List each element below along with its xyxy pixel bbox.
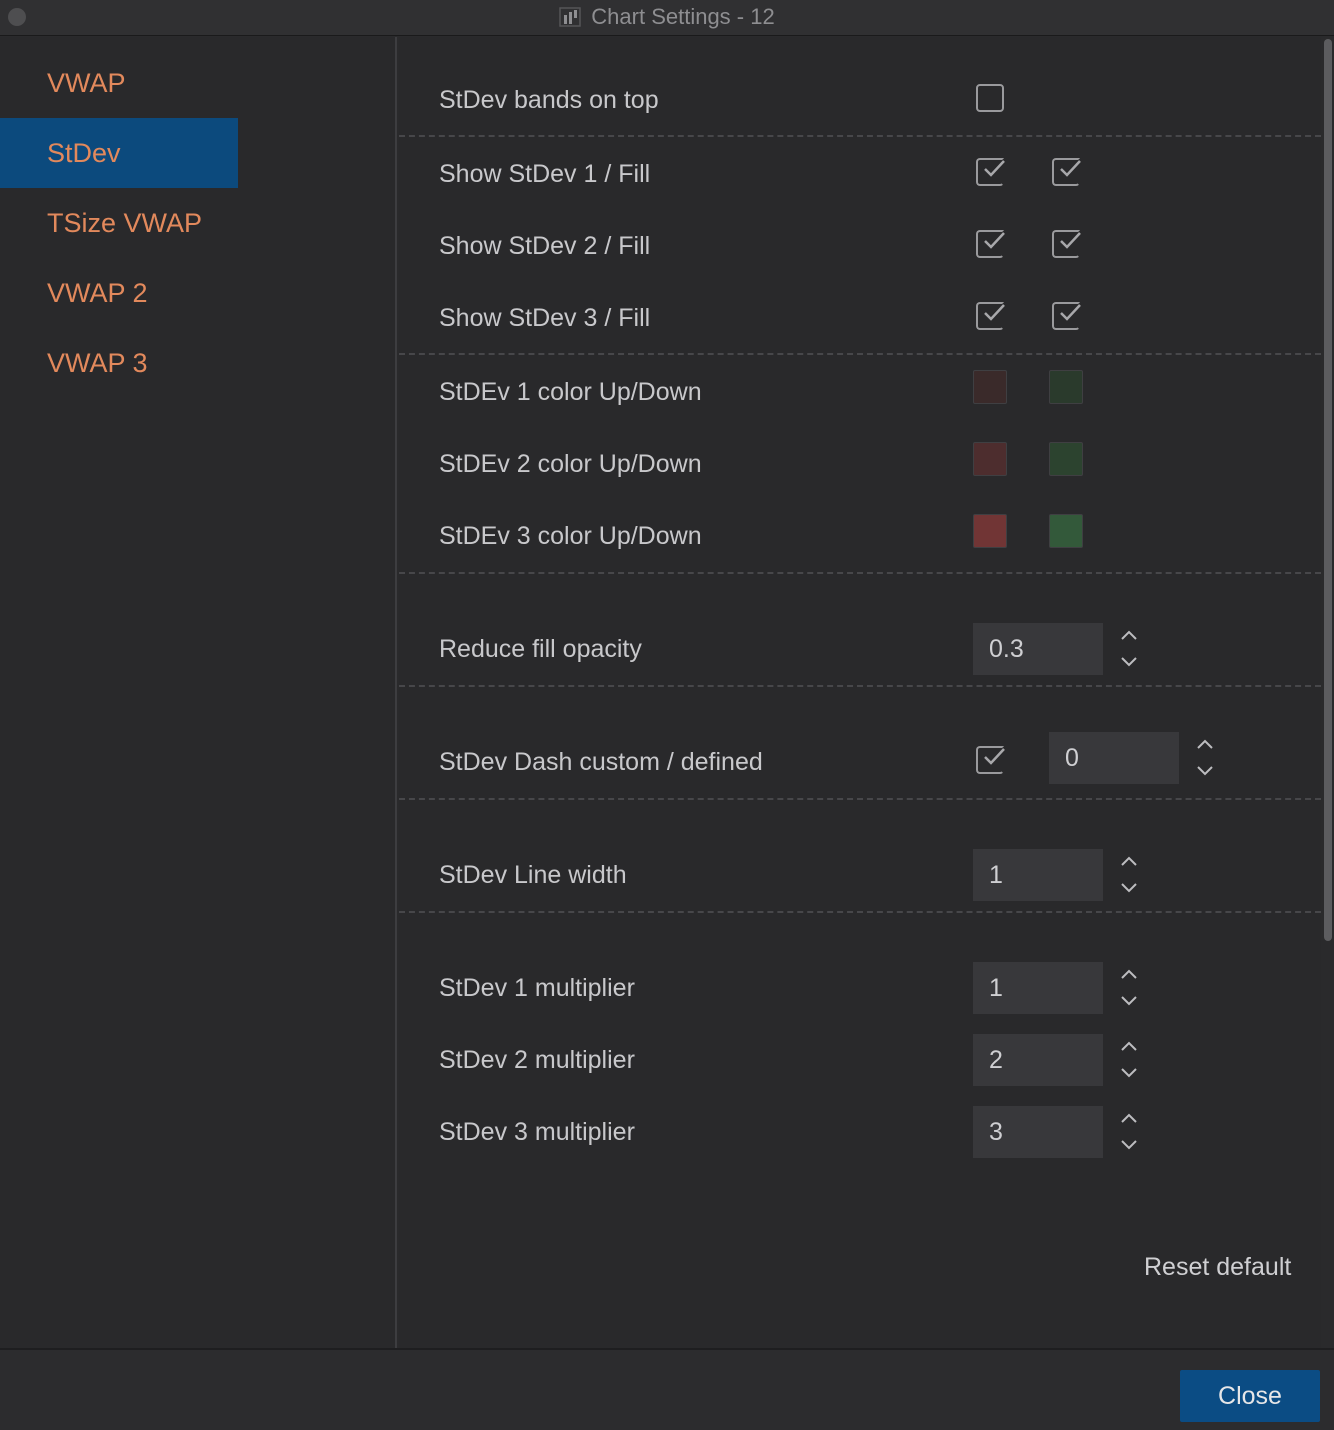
show-stdev-1-label: Show StDev 1 / Fill [439,160,651,188]
reduce-fill-opacity-label: Reduce fill opacity [439,635,642,663]
sidebar: VWAP StDev TSize VWAP VWAP 2 VWAP 3 [0,37,397,1348]
stdev-1-up-color-swatch[interactable] [973,370,1007,404]
chevron-down-icon[interactable] [1121,996,1137,1006]
stdev-2-multiplier-input[interactable]: 2 [973,1034,1103,1086]
window-title: Chart Settings - 12 [591,4,775,29]
chevron-up-icon[interactable] [1197,739,1213,749]
chevron-down-icon[interactable] [1121,657,1137,667]
divider [399,911,1321,913]
checkmark-icon [984,748,1005,765]
bands-on-top-label: StDev bands on top [439,86,659,114]
chevron-up-icon[interactable] [1121,969,1137,979]
stdev-3-multiplier-stepper[interactable] [1119,1110,1139,1154]
show-stdev-3-label: Show StDev 3 / Fill [439,304,651,332]
sidebar-item-vwap-3[interactable]: VWAP 3 [0,328,238,398]
checkmark-icon [1060,304,1081,321]
stdev-dash-stepper[interactable] [1195,736,1215,780]
show-stdev-2-checkbox[interactable] [976,230,1005,258]
stdev-line-width-input[interactable]: 1 [973,849,1103,901]
stdev-2-multiplier-stepper[interactable] [1119,1038,1139,1082]
chevron-up-icon[interactable] [1121,1041,1137,1051]
checkmark-icon [984,160,1005,177]
sidebar-item-stdev[interactable]: StDev [0,118,238,188]
stdev-dash-custom-checkbox[interactable] [976,746,1005,774]
sidebar-item-label: TSize VWAP [47,207,203,238]
checkmark-icon [984,304,1005,321]
sidebar-item-tsize-vwap[interactable]: TSize VWAP [0,188,238,258]
stdev-1-multiplier-label: StDev 1 multiplier [439,974,635,1002]
divider [399,572,1321,574]
dialog-footer: Close [0,1348,1334,1430]
divider [399,135,1321,137]
stdev-3-multiplier-label: StDev 3 multiplier [439,1118,635,1146]
show-stdev-1-checkbox[interactable] [976,158,1005,186]
stdev-3-up-color-swatch[interactable] [973,514,1007,548]
stdev-1-multiplier-stepper[interactable] [1119,966,1139,1010]
sidebar-item-label: StDev [47,137,121,168]
title-bar: Chart Settings - 12 [0,0,1334,36]
settings-panel: StDev bands on top Show StDev 1 / Fill S… [399,37,1321,1348]
fill-stdev-3-checkbox[interactable] [1052,302,1081,330]
divider [399,353,1321,355]
checkmark-icon [984,232,1005,249]
chevron-down-icon[interactable] [1121,883,1137,893]
input-value: 0 [1065,743,1079,772]
stdev-1-color-label: StDEv 1 color Up/Down [439,378,702,406]
sidebar-item-label: VWAP 2 [47,277,148,308]
fill-stdev-2-checkbox[interactable] [1052,230,1081,258]
stdev-dash-label: StDev Dash custom / defined [439,748,763,776]
reduce-fill-opacity-input[interactable]: 0.3 [973,623,1103,675]
close-button[interactable]: Close [1180,1370,1320,1422]
chevron-up-icon[interactable] [1121,630,1137,640]
checkmark-icon [1060,160,1081,177]
stdev-1-down-color-swatch[interactable] [1049,370,1083,404]
chevron-down-icon[interactable] [1121,1140,1137,1150]
bands-on-top-checkbox[interactable] [976,84,1004,112]
input-value: 0.3 [989,634,1024,663]
reduce-fill-opacity-stepper[interactable] [1119,627,1139,671]
stdev-line-width-stepper[interactable] [1119,853,1139,897]
stdev-line-width-label: StDev Line width [439,861,627,889]
stdev-2-color-label: StDEv 2 color Up/Down [439,450,702,478]
chevron-down-icon[interactable] [1121,1068,1137,1078]
divider [399,798,1321,800]
chevron-up-icon[interactable] [1121,1113,1137,1123]
divider [399,685,1321,687]
stdev-1-multiplier-input[interactable]: 1 [973,962,1103,1014]
show-stdev-3-checkbox[interactable] [976,302,1005,330]
stdev-2-down-color-swatch[interactable] [1049,442,1083,476]
sidebar-item-label: VWAP [47,67,126,98]
chevron-up-icon[interactable] [1121,856,1137,866]
show-stdev-2-label: Show StDev 2 / Fill [439,232,651,260]
stdev-3-down-color-swatch[interactable] [1049,514,1083,548]
scrollbar-thumb[interactable] [1324,39,1332,941]
chevron-down-icon[interactable] [1197,766,1213,776]
input-value: 3 [989,1117,1003,1146]
fill-stdev-1-checkbox[interactable] [1052,158,1081,186]
stdev-2-up-color-swatch[interactable] [973,442,1007,476]
stdev-3-color-label: StDEv 3 color Up/Down [439,522,702,550]
stdev-3-multiplier-input[interactable]: 3 [973,1106,1103,1158]
settings-scrollbar[interactable] [1323,37,1334,1348]
stdev-2-multiplier-label: StDev 2 multiplier [439,1046,635,1074]
input-value: 1 [989,973,1003,1002]
sidebar-item-vwap[interactable]: VWAP [0,48,238,118]
sidebar-item-vwap-2[interactable]: VWAP 2 [0,258,238,328]
chart-bars-icon [559,7,582,27]
stdev-dash-input[interactable]: 0 [1049,732,1179,784]
input-value: 1 [989,860,1003,889]
input-value: 2 [989,1045,1003,1074]
checkmark-icon [1060,232,1081,249]
window-title-area: Chart Settings - 12 [0,0,1334,34]
sidebar-item-label: VWAP 3 [47,347,148,378]
reset-default-link[interactable]: Reset default [1144,1253,1291,1282]
